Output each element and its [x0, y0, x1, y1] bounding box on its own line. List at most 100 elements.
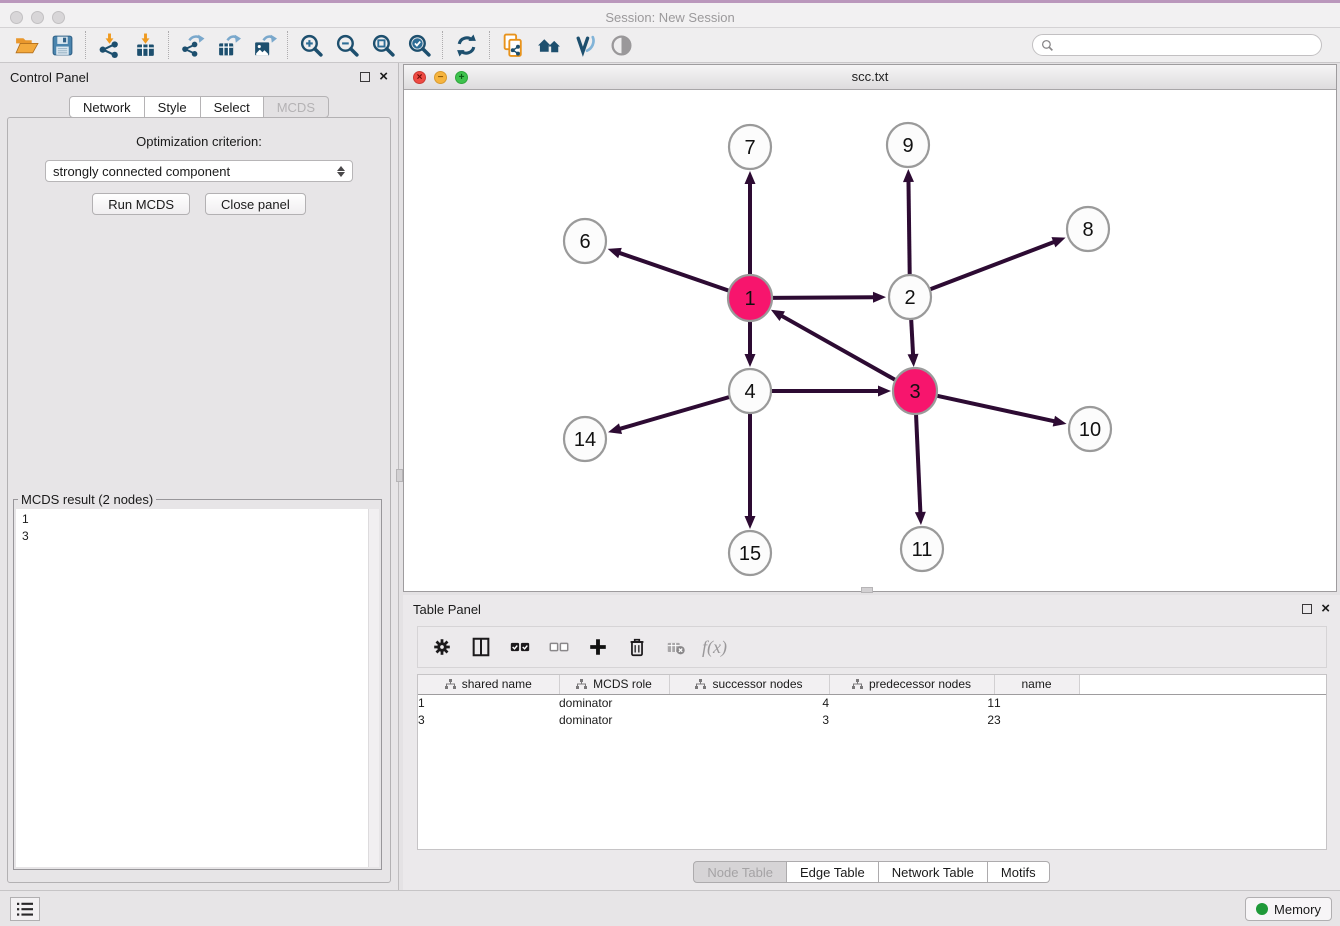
home-icon[interactable] [531, 30, 567, 60]
session-title: Session: New Session [0, 10, 1340, 25]
memory-label: Memory [1274, 902, 1321, 917]
table-cell[interactable]: 4 [669, 694, 829, 711]
main-titlebar: Session: New Session [0, 0, 1340, 28]
table-cell[interactable]: 3 [994, 711, 1079, 728]
open-folder-icon[interactable] [8, 30, 44, 60]
clone-network-icon[interactable] [495, 30, 531, 60]
export-image-icon[interactable] [246, 30, 282, 60]
graph-node-label: 3 [909, 381, 920, 403]
graph-edge[interactable] [780, 315, 896, 381]
float-table-panel-icon[interactable] [1302, 604, 1312, 614]
close-panel-button[interactable]: Close panel [205, 193, 306, 215]
zoom-fit-icon[interactable] [365, 30, 401, 60]
table-settings-gear-icon[interactable] [429, 634, 455, 660]
add-column-icon[interactable] [585, 634, 611, 660]
graph-node-label: 10 [1079, 419, 1101, 441]
show-hide-graphics-icon[interactable] [603, 30, 639, 60]
table-cell[interactable]: dominator [559, 711, 669, 728]
graph-node-label: 1 [744, 288, 755, 310]
graph-edge[interactable] [771, 297, 875, 298]
graph-edge[interactable] [908, 180, 909, 276]
tab-select[interactable]: Select [201, 96, 264, 118]
application-window: Session: New Session [0, 0, 1340, 926]
table-cell[interactable]: 1 [994, 694, 1079, 711]
table-cell[interactable]: 2 [829, 711, 994, 728]
mcds-result-area[interactable]: 1 3 [16, 509, 379, 867]
graph-edge-arrow [608, 248, 622, 258]
control-panel-header: Control Panel × [0, 63, 398, 91]
tree-icon [852, 679, 863, 690]
graph-edge[interactable] [618, 252, 730, 291]
save-icon[interactable] [44, 30, 80, 60]
row-filler [1079, 711, 1326, 728]
status-bar: Memory [0, 890, 1340, 926]
show-columns-icon[interactable] [468, 634, 494, 660]
column-header[interactable]: predecessor nodes [829, 675, 994, 694]
tab-network[interactable]: Network [69, 96, 145, 118]
tab-mcds[interactable]: MCDS [264, 96, 329, 118]
graph-edge[interactable] [911, 318, 913, 356]
table-cell[interactable]: dominator [559, 694, 669, 711]
import-network-icon[interactable] [91, 30, 127, 60]
table-cell[interactable]: 3 [669, 711, 829, 728]
zoom-out-icon[interactable] [329, 30, 365, 60]
table-row[interactable]: 1dominator411 [418, 694, 1326, 711]
table-cell[interactable]: 3 [418, 711, 559, 728]
network-window-titlebar[interactable]: × − + scc.txt [404, 65, 1336, 90]
graph-edge[interactable] [916, 412, 921, 514]
vizmap-icon[interactable] [567, 30, 603, 60]
unselect-all-icon[interactable] [546, 634, 572, 660]
search-box[interactable] [1032, 34, 1322, 56]
tab-node-table[interactable]: Node Table [693, 861, 787, 883]
criterion-value: strongly connected component [53, 164, 230, 179]
result-scrollbar[interactable] [368, 509, 379, 867]
memory-button[interactable]: Memory [1245, 897, 1332, 921]
float-panel-icon[interactable] [360, 72, 370, 82]
refresh-icon[interactable] [448, 30, 484, 60]
close-panel-icon[interactable]: × [379, 72, 388, 82]
criterion-dropdown[interactable]: strongly connected component [45, 160, 353, 182]
row-filler [1079, 694, 1326, 711]
tree-icon [576, 679, 587, 690]
network-canvas[interactable]: 7968124314101511 [404, 91, 1336, 591]
tab-network-table[interactable]: Network Table [879, 861, 988, 883]
graph-edge[interactable] [930, 241, 1056, 289]
zoom-in-icon[interactable] [293, 30, 329, 60]
table-cell[interactable]: 1 [829, 694, 994, 711]
export-table-icon[interactable] [210, 30, 246, 60]
table-panel-header: Table Panel × [403, 595, 1340, 623]
tab-style[interactable]: Style [145, 96, 201, 118]
run-mcds-button[interactable]: Run MCDS [92, 193, 190, 215]
graph-node-label: 11 [912, 539, 933, 561]
graph-edge-arrow [745, 171, 756, 184]
column-header[interactable]: shared name [418, 675, 559, 694]
dropdown-stepper-icon [337, 166, 345, 177]
select-all-icon[interactable] [507, 634, 533, 660]
graph-edge-arrow [745, 516, 756, 529]
delete-column-icon[interactable] [624, 634, 650, 660]
export-network-icon[interactable] [174, 30, 210, 60]
result-line: 3 [22, 528, 373, 545]
tab-motifs[interactable]: Motifs [988, 861, 1050, 883]
search-input[interactable] [1059, 37, 1313, 53]
table-row[interactable]: 3dominator323 [418, 711, 1326, 728]
table-tabs: Node Table Edge Table Network Table Moti… [403, 861, 1340, 883]
mcds-result-legend: MCDS result (2 nodes) [18, 492, 156, 507]
show-panels-list-button[interactable] [10, 897, 40, 921]
zoom-selected-icon[interactable] [401, 30, 437, 60]
column-header[interactable]: name [994, 675, 1079, 694]
toolbar-separator [287, 31, 288, 59]
table-cell[interactable]: 1 [418, 694, 559, 711]
panel-splitter-handle[interactable] [396, 469, 403, 482]
network-graph[interactable]: 7968124314101511 [404, 91, 1336, 592]
node-table: shared name MCDS role successor nodes pr… [417, 674, 1327, 850]
close-table-panel-icon[interactable]: × [1321, 604, 1330, 614]
graph-edge[interactable] [619, 397, 730, 429]
graph-edge-arrow [915, 512, 926, 525]
canvas-splitter-handle[interactable] [861, 587, 873, 593]
column-header[interactable]: MCDS role [559, 675, 669, 694]
tab-edge-table[interactable]: Edge Table [787, 861, 879, 883]
import-table-icon[interactable] [127, 30, 163, 60]
graph-edge[interactable] [936, 395, 1056, 421]
column-header[interactable]: successor nodes [669, 675, 829, 694]
